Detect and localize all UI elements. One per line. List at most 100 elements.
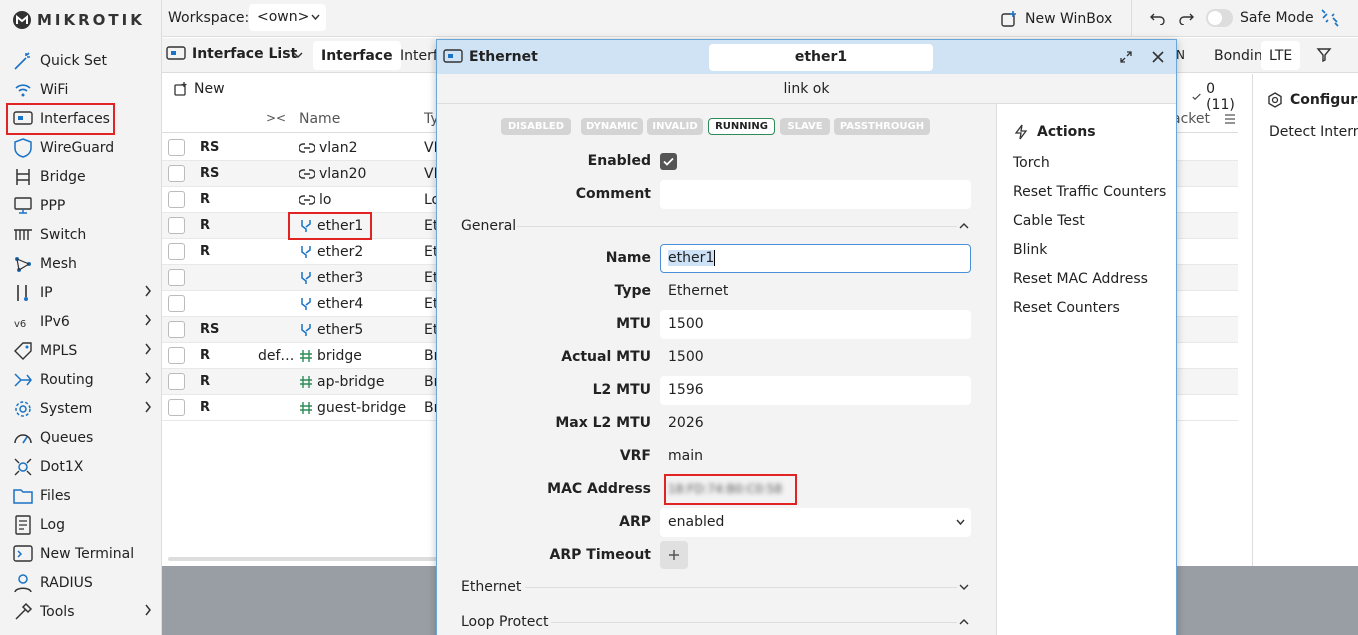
action-blink[interactable]: Blink (1013, 242, 1047, 258)
chevron-right-icon (144, 372, 152, 384)
enabled-label: Enabled (587, 153, 651, 169)
sidebar-item-mesh[interactable]: Mesh (0, 249, 162, 278)
arp-timeout-add-button[interactable] (660, 541, 688, 569)
row-name-label: ether3 (317, 270, 364, 286)
actions-header: Actions (1013, 124, 1096, 140)
action-cable-test[interactable]: Cable Test (1013, 213, 1085, 229)
row-name: ether2 (299, 244, 363, 260)
horizontal-scrollbar[interactable] (168, 557, 438, 561)
chevron-down-icon[interactable] (959, 583, 969, 591)
sidebar-item-wifi[interactable]: WiFi (0, 75, 162, 104)
row-checkbox[interactable] (168, 191, 185, 208)
row-type: Br (424, 348, 436, 364)
sidebar-item-new-terminal[interactable]: New Terminal (0, 539, 162, 568)
row-checkbox[interactable] (168, 269, 185, 286)
loop-protect-section-header[interactable]: Loop Protect (461, 614, 549, 630)
row-checkbox[interactable] (168, 399, 185, 416)
ethernet-dialog: Ethernet ether1 link ok DISABLED DYNAMIC I… (436, 39, 1177, 635)
sidebar-item-ppp[interactable]: PPP (0, 191, 162, 220)
row-checkbox[interactable] (168, 373, 185, 390)
action-reset-counters[interactable]: Reset Counters (1013, 300, 1120, 316)
row-checkbox[interactable] (168, 295, 185, 312)
action-reset-traffic-counters[interactable]: Reset Traffic Counters (1013, 184, 1166, 200)
gear-icon (12, 398, 34, 420)
row-checkbox[interactable] (168, 347, 185, 364)
mtu-value: 1500 (668, 316, 704, 332)
row-checkbox[interactable] (168, 217, 185, 234)
sidebar-item-system[interactable]: System (0, 394, 162, 423)
row-flags: RS (200, 166, 220, 181)
enabled-checkbox[interactable] (660, 153, 677, 170)
safe-mode-toggle[interactable] (1206, 9, 1233, 27)
row-name: ether4 (299, 296, 363, 312)
sidebar-item-label: Tools (40, 603, 75, 620)
sidebar-item-ip[interactable]: IP (0, 278, 162, 307)
status-badge-dynamic: DYNAMIC (581, 118, 643, 135)
sidebar-item-label: Routing (40, 371, 94, 388)
sidebar-item-quick-set[interactable]: Quick Set (0, 46, 162, 75)
sidebar-item-tools[interactable]: Tools (0, 597, 162, 626)
sidebar-item-wireguard[interactable]: WireGuard (0, 133, 162, 162)
undo-icon[interactable] (1150, 11, 1166, 25)
arp-select[interactable]: enabled (660, 508, 971, 537)
comment-field[interactable] (660, 180, 971, 209)
tag-icon (12, 340, 34, 362)
redo-icon[interactable] (1178, 11, 1194, 25)
row-checkbox[interactable] (168, 243, 185, 260)
workspace-select[interactable]: <own> (249, 4, 326, 31)
chevron-up-icon[interactable] (959, 618, 969, 626)
row-checkbox[interactable] (168, 139, 185, 156)
row-type: Et (424, 270, 436, 286)
detect-internet-item[interactable]: Detect Interne (1269, 124, 1358, 140)
row-type: VL (424, 166, 436, 182)
column-menu-icon[interactable] (1224, 114, 1236, 124)
new-button-label: New (194, 81, 225, 97)
row-checkbox[interactable] (168, 165, 185, 182)
sidebar-item-mpls[interactable]: MPLS (0, 336, 162, 365)
ethernet-section-header[interactable]: Ethernet (461, 579, 521, 595)
sidebar-item-log[interactable]: Log (0, 510, 162, 539)
disconnect-icon[interactable] (1320, 8, 1340, 28)
sidebar-item-files[interactable]: Files (0, 481, 162, 510)
vlan-icon (299, 167, 315, 181)
sidebar-item-routing[interactable]: Routing (0, 365, 162, 394)
column-name[interactable]: Name (299, 111, 340, 127)
name-input[interactable]: ether1 (660, 244, 971, 273)
chevron-down-icon (311, 14, 320, 21)
sidebar-item-dot1x[interactable]: Dot1X (0, 452, 162, 481)
sidebar-item-label: IP (40, 284, 53, 301)
sidebar-item-switch[interactable]: Switch (0, 220, 162, 249)
terminal-icon (12, 543, 34, 565)
tab-lte[interactable]: LTE (1261, 41, 1301, 70)
expand-icon[interactable] (1120, 51, 1132, 63)
close-icon[interactable] (1152, 51, 1164, 63)
sidebar-item-bridge[interactable]: Bridge (0, 162, 162, 191)
list-menu-dropdown[interactable] (289, 45, 307, 65)
collapse-columns-icon[interactable]: >< (266, 111, 286, 125)
type-value: Ethernet (668, 283, 729, 299)
column-packet[interactable]: acket (1172, 111, 1210, 127)
new-winbox-button[interactable]: New WinBox (994, 1, 1130, 36)
mtu-input[interactable]: 1500 (660, 310, 971, 339)
row-checkbox[interactable] (168, 321, 185, 338)
chevron-up-icon[interactable] (959, 222, 969, 230)
l2mtu-input[interactable]: 1596 (660, 376, 971, 405)
plus-icon (174, 82, 187, 96)
sidebar-item-queues[interactable]: Queues (0, 423, 162, 452)
general-section-header[interactable]: General (461, 218, 516, 234)
filter-icon[interactable] (1316, 47, 1332, 63)
sidebar-item-ipv6[interactable]: v6 IPv6 (0, 307, 162, 336)
action-reset-mac-address[interactable]: Reset MAC Address (1013, 271, 1148, 287)
action-torch[interactable]: Torch (1013, 155, 1050, 171)
l2mtu-value: 1596 (668, 382, 704, 398)
dialog-header[interactable]: Ethernet ether1 (437, 40, 1176, 74)
configuration-title: Configura (1290, 92, 1358, 108)
row-flags: R (200, 192, 211, 207)
new-button[interactable]: New (174, 81, 225, 97)
arp-value: enabled (668, 514, 725, 530)
sidebar-item-label: New Terminal (40, 545, 135, 562)
sidebar-item-label: PPP (40, 197, 66, 214)
status-badge-disabled: DISABLED (501, 118, 571, 135)
sidebar-item-radius[interactable]: RADIUS (0, 568, 162, 597)
tab-interface[interactable]: Interface (313, 41, 401, 70)
